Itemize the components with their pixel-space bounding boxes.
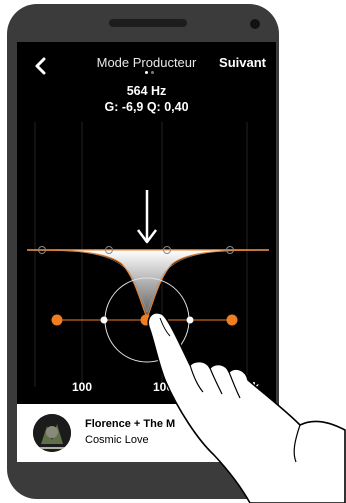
pointing-hand-icon: [147, 312, 346, 503]
